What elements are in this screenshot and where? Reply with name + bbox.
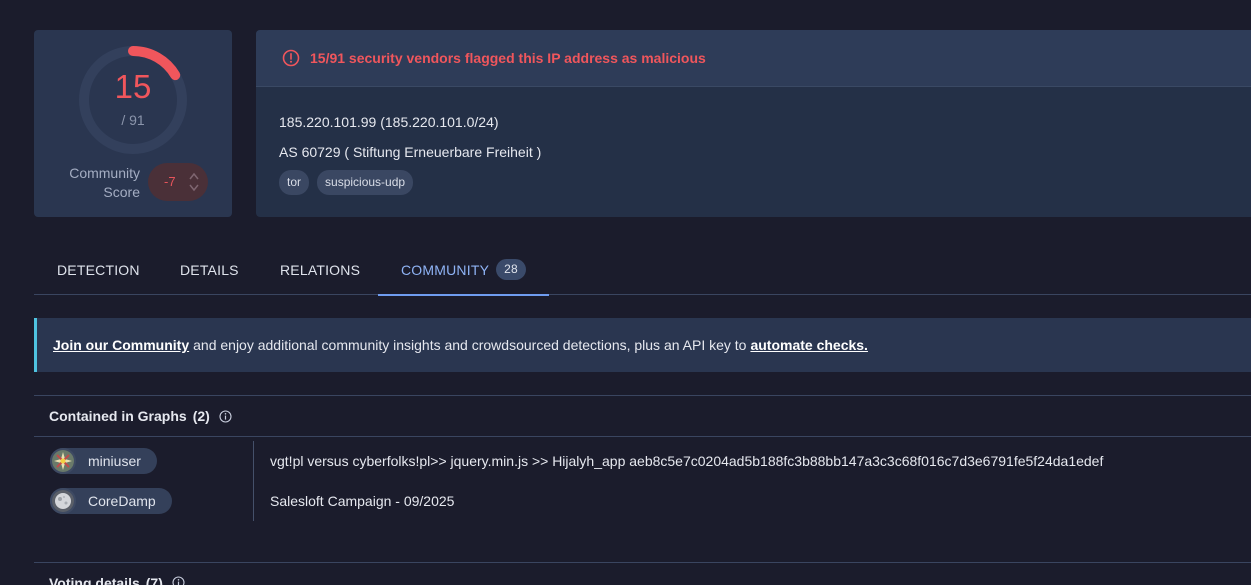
community-score-stepper[interactable]: -7 <box>148 163 208 201</box>
info-icon[interactable] <box>172 576 185 585</box>
tab-details[interactable]: DETAILS <box>180 244 239 295</box>
community-score-value: -7 <box>164 174 176 189</box>
alert-message: 15/91 security vendors flagged this IP a… <box>310 50 706 66</box>
join-community-link[interactable]: Join our Community <box>53 337 189 353</box>
detection-count: 15 <box>114 68 152 105</box>
banner-text: and enjoy additional community insights … <box>193 337 747 353</box>
user-pill[interactable]: CoreDamp <box>50 488 172 514</box>
as-info: AS 60729 ( Stiftung Erneuerbare Freiheit… <box>279 144 542 160</box>
graph-row[interactable]: miniuser vgt!pl versus cyberfolks!pl>> j… <box>50 441 1250 481</box>
ip-address: 185.220.101.99 (185.220.101.0/24) <box>279 114 499 130</box>
avatar <box>50 448 76 474</box>
tab-label: RELATIONS <box>280 261 361 278</box>
graphs-section-header: Contained in Graphs (2) <box>34 395 1251 437</box>
graph-row[interactable]: CoreDamp Salesloft Campaign - 09/2025 <box>50 481 1250 521</box>
alert-header: 15/91 security vendors flagged this IP a… <box>256 30 1251 87</box>
info-icon[interactable] <box>219 409 232 423</box>
community-score-label: Community Score <box>69 165 140 200</box>
voting-section-header: Voting details (7) <box>34 562 1251 585</box>
tab-detection[interactable]: DETECTION <box>57 244 140 295</box>
section-count: (7) <box>145 574 163 585</box>
tab-relations[interactable]: RELATIONS <box>280 244 360 295</box>
tab-count-badge: 28 <box>496 259 526 280</box>
user-pill[interactable]: miniuser <box>50 448 157 474</box>
section-count: (2) <box>192 408 210 424</box>
avatar <box>50 488 76 514</box>
community-banner: Join our Community and enjoy additional … <box>34 318 1251 372</box>
divider <box>253 441 254 481</box>
moon-avatar-icon <box>52 490 74 512</box>
alert-circle-icon <box>282 49 300 67</box>
tab-bar: DETECTION DETAILS RELATIONS COMMUNITY 28 <box>34 244 1251 296</box>
graph-name[interactable]: Salesloft Campaign - 09/2025 <box>270 493 454 509</box>
tab-label: DETECTION <box>57 261 140 278</box>
tab-label: COMMUNITY <box>401 261 490 278</box>
stepper-arrows-icon[interactable] <box>189 171 199 193</box>
username: CoreDamp <box>88 493 156 509</box>
tab-label: DETAILS <box>180 261 239 278</box>
tag-tor[interactable]: tor <box>279 170 310 195</box>
score-card: 15 / 91 Community Score -7 <box>34 30 232 217</box>
tag-list: tor suspicious-udp <box>279 170 414 195</box>
section-title: Voting details <box>49 574 140 585</box>
section-title: Contained in Graphs <box>49 408 187 424</box>
page: 15 / 91 Community Score -7 15/91 securit… <box>0 0 1251 585</box>
divider <box>253 481 254 521</box>
tag-suspicious-udp[interactable]: suspicious-udp <box>317 170 414 195</box>
username: miniuser <box>88 453 141 469</box>
tab-community[interactable]: COMMUNITY 28 <box>378 244 549 296</box>
flower-avatar-icon <box>52 450 74 472</box>
automate-checks-link[interactable]: automate checks. <box>750 337 868 353</box>
graph-name[interactable]: vgt!pl versus cyberfolks!pl>> jquery.min… <box>270 453 1103 469</box>
detection-total: / 91 <box>121 112 145 128</box>
ip-info-card: 15/91 security vendors flagged this IP a… <box>256 30 1251 217</box>
